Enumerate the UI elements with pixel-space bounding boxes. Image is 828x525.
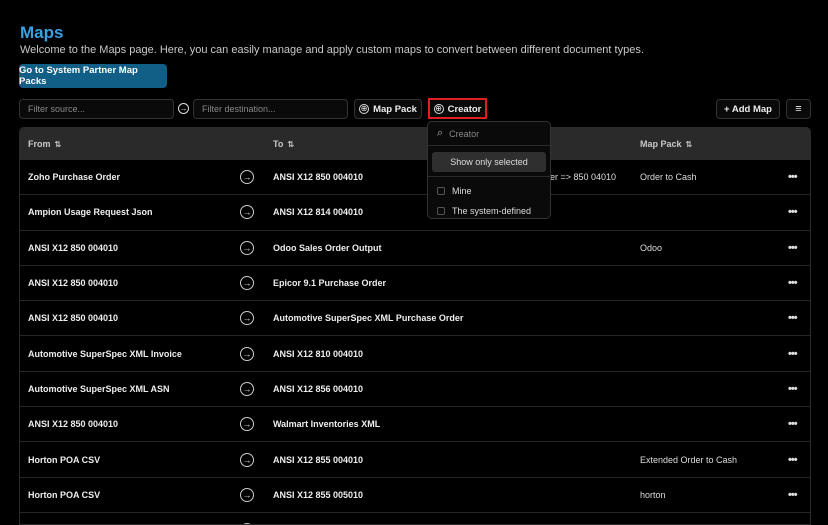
show-only-selected-button[interactable]: Show only selected	[432, 152, 546, 172]
row-from: Automotive SuperSpec XML Invoice	[28, 348, 182, 359]
option-label: Mine	[452, 186, 472, 196]
more-icon[interactable]: •••	[788, 277, 798, 289]
row-from: ANSI X12 850 004010	[28, 313, 119, 324]
more-icon[interactable]: •••	[788, 312, 798, 324]
map-pack-filter-button[interactable]: ⊕ Map Pack	[354, 99, 422, 119]
row-to: Epicor 9.1 Purchase Order	[273, 278, 387, 289]
row-from: ANSI X12 850 004010	[28, 278, 119, 289]
table-row[interactable]: Ampion Usage Request Json → ANSI X12 814…	[20, 195, 810, 231]
arrow-right-icon: →	[240, 452, 254, 467]
table-row[interactable]: ANSI X12 850 004010 → Epicor 9.1 Purchas…	[20, 266, 810, 302]
add-map-button[interactable]: + Add Map	[716, 99, 780, 119]
row-from: Horton POA CSV	[28, 454, 101, 465]
row-to: ANSI X12 855 004010	[273, 454, 364, 465]
row-map-pack: Extended Order to Cash	[640, 454, 738, 465]
table-row[interactable]: Zoho Purchase Order → ANSI X12 850 00401…	[20, 160, 810, 196]
more-icon[interactable]: •••	[788, 418, 798, 430]
row-to: ANSI X12 814 004010	[273, 207, 364, 218]
table-row[interactable]: Automotive SuperSpec XML ASN → ANSI X12 …	[20, 372, 810, 408]
table-row[interactable]: →	[20, 513, 810, 524]
column-header-to[interactable]: To ⇅	[273, 139, 294, 149]
row-to: Automotive SuperSpec XML Purchase Order	[273, 313, 464, 324]
row-to: ANSI X12 850 004010	[273, 172, 364, 183]
page-title: Maps	[20, 23, 64, 42]
creator-filter-button[interactable]: ⊕ Creator	[430, 100, 485, 118]
column-header-map-pack[interactable]: Map Pack ⇅	[640, 139, 692, 149]
map-pack-filter-label: Map Pack	[373, 103, 417, 115]
checkbox[interactable]	[437, 207, 445, 215]
arrow-right-icon: →	[240, 346, 254, 361]
row-from: ANSI X12 850 004010	[28, 419, 119, 430]
maps-table: From ⇅ To ⇅ Map Pack ⇅ Zoho Purchase Ord…	[19, 127, 811, 525]
creator-search-input[interactable]: ⌕ Creator	[428, 122, 550, 146]
arrow-right-icon: →	[240, 487, 254, 502]
row-to: Walmart Inventories XML	[273, 419, 381, 430]
more-icon[interactable]: •••	[788, 489, 798, 501]
creator-dropdown: ⌕ Creator Show only selected Mine The sy…	[427, 121, 551, 219]
plus-circle-icon: ⊕	[359, 104, 370, 114]
more-icon[interactable]: •••	[788, 383, 798, 395]
sort-icon: ⇅	[287, 139, 295, 149]
row-map-pack: Order to Cash	[640, 172, 697, 183]
table-header: From ⇅ To ⇅ Map Pack ⇅	[20, 128, 810, 160]
system-partner-map-packs-button[interactable]: Go to System Partner Map Packs	[19, 64, 167, 88]
sort-icon: ⇅	[54, 139, 62, 149]
row-from: Automotive SuperSpec XML ASN	[28, 383, 170, 394]
table-row[interactable]: ANSI X12 850 004010 → Odoo Sales Order O…	[20, 231, 810, 266]
arrow-right-icon: →	[240, 417, 254, 432]
row-to: ANSI X12 855 005010	[273, 489, 364, 500]
checkbox[interactable]	[437, 187, 445, 195]
more-icon[interactable]: •••	[788, 454, 798, 466]
more-icon[interactable]: •••	[788, 348, 798, 360]
row-from: Ampion Usage Request Json	[28, 207, 153, 218]
arrow-right-icon: →	[178, 103, 189, 114]
option-label: The system-defined	[452, 206, 532, 216]
more-icon[interactable]: •••	[788, 206, 798, 218]
table-row[interactable]: Automotive SuperSpec XML Invoice → ANSI …	[20, 336, 810, 372]
more-icon[interactable]: •••	[788, 242, 798, 254]
table-row[interactable]: Horton POA CSV → ANSI X12 855 004010 Ext…	[20, 442, 810, 478]
arrow-right-icon: →	[240, 311, 254, 326]
row-from: Horton POA CSV	[28, 489, 101, 500]
page-subtitle: Welcome to the Maps page. Here, you can …	[20, 44, 644, 56]
more-icon[interactable]: •••	[788, 171, 798, 183]
row-to: ANSI X12 856 004010	[273, 383, 364, 394]
creator-option-system-defined[interactable]: The system-defined	[428, 201, 550, 221]
arrow-right-icon: →	[240, 240, 254, 255]
creator-option-mine[interactable]: Mine	[428, 181, 550, 201]
filter-settings-button[interactable]: ≡	[786, 99, 811, 119]
arrow-right-icon: →	[240, 170, 254, 185]
source-filter-input[interactable]: Filter source...	[19, 99, 174, 119]
table-row[interactable]: Horton POA CSV → ANSI X12 855 005010 hor…	[20, 478, 810, 513]
search-icon: ⌕	[437, 127, 444, 139]
row-from: Zoho Purchase Order	[28, 172, 121, 183]
row-to: ANSI X12 810 004010	[273, 348, 364, 359]
dropdown-divider	[428, 176, 550, 177]
row-to: Odoo Sales Order Output	[273, 242, 382, 253]
destination-filter-input[interactable]: Filter destination...	[193, 99, 348, 119]
column-header-from[interactable]: From ⇅	[28, 139, 61, 149]
sort-icon: ⇅	[685, 139, 693, 149]
arrow-right-icon: →	[240, 276, 254, 291]
creator-search-placeholder: Creator	[449, 128, 480, 139]
row-map-pack: horton	[640, 489, 666, 500]
table-row[interactable]: ANSI X12 850 004010 → Walmart Inventorie…	[20, 407, 810, 443]
row-from: ANSI X12 850 004010	[28, 242, 119, 253]
creator-filter-label: Creator	[447, 103, 482, 115]
table-row[interactable]: ANSI X12 850 004010 → Automotive SuperSp…	[20, 301, 810, 337]
row-partial-text: er => 850 04010	[550, 172, 617, 183]
row-map-pack: Odoo	[640, 242, 663, 253]
arrow-right-icon: →	[240, 205, 254, 220]
arrow-right-icon: →	[240, 381, 254, 396]
plus-circle-icon: ⊕	[433, 104, 444, 114]
filter-icon: ≡	[795, 103, 802, 115]
